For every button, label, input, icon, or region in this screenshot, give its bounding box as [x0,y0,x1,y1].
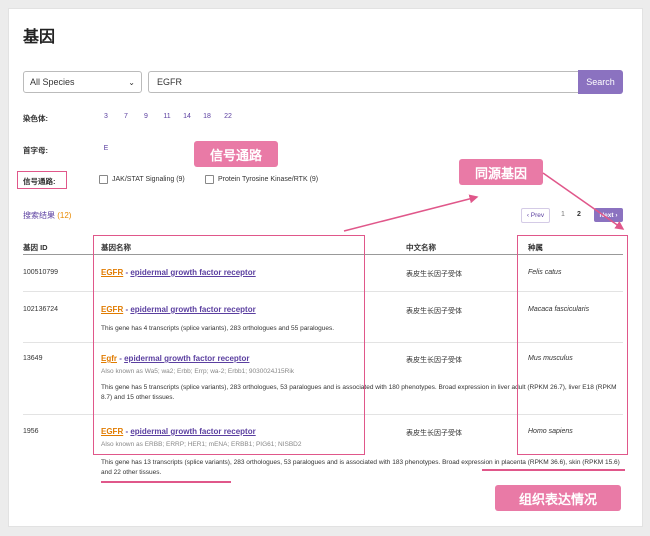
arrow-to-species [542,172,625,230]
gene-search-panel: 基因 All Species ⌄ EGFR Search 染色体: 3 7 9 … [8,8,643,527]
arrow-to-gene-names [343,194,479,232]
annotation-arrows [343,172,625,232]
